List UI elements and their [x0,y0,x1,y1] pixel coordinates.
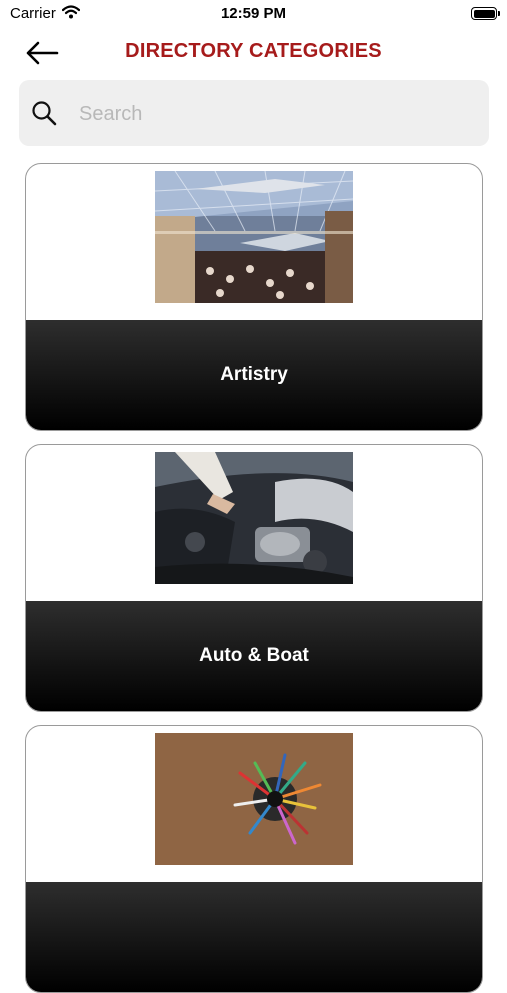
category-image-auto-boat [155,452,353,584]
search-input[interactable] [77,98,461,130]
category-band: Artistry [26,320,482,430]
category-band [26,882,482,992]
category-image-artistry [155,171,353,303]
search-icon [32,101,57,126]
status-time: 12:59 PM [220,5,287,22]
category-label: Artistry [220,364,288,385]
category-card-artistry[interactable]: Artistry [25,163,483,431]
category-image-pencils [155,733,353,865]
category-band: Auto & Boat [26,601,482,711]
search-bar[interactable] [19,80,489,146]
category-card-auto-boat[interactable]: Auto & Boat [25,444,483,712]
battery-icon [471,7,500,20]
status-bar: Carrier 12:59 PM [0,0,507,30]
page-title: DIRECTORY CATEGORIES [125,40,382,62]
category-card-3[interactable] [25,725,483,993]
category-label: Auto & Boat [199,645,309,666]
